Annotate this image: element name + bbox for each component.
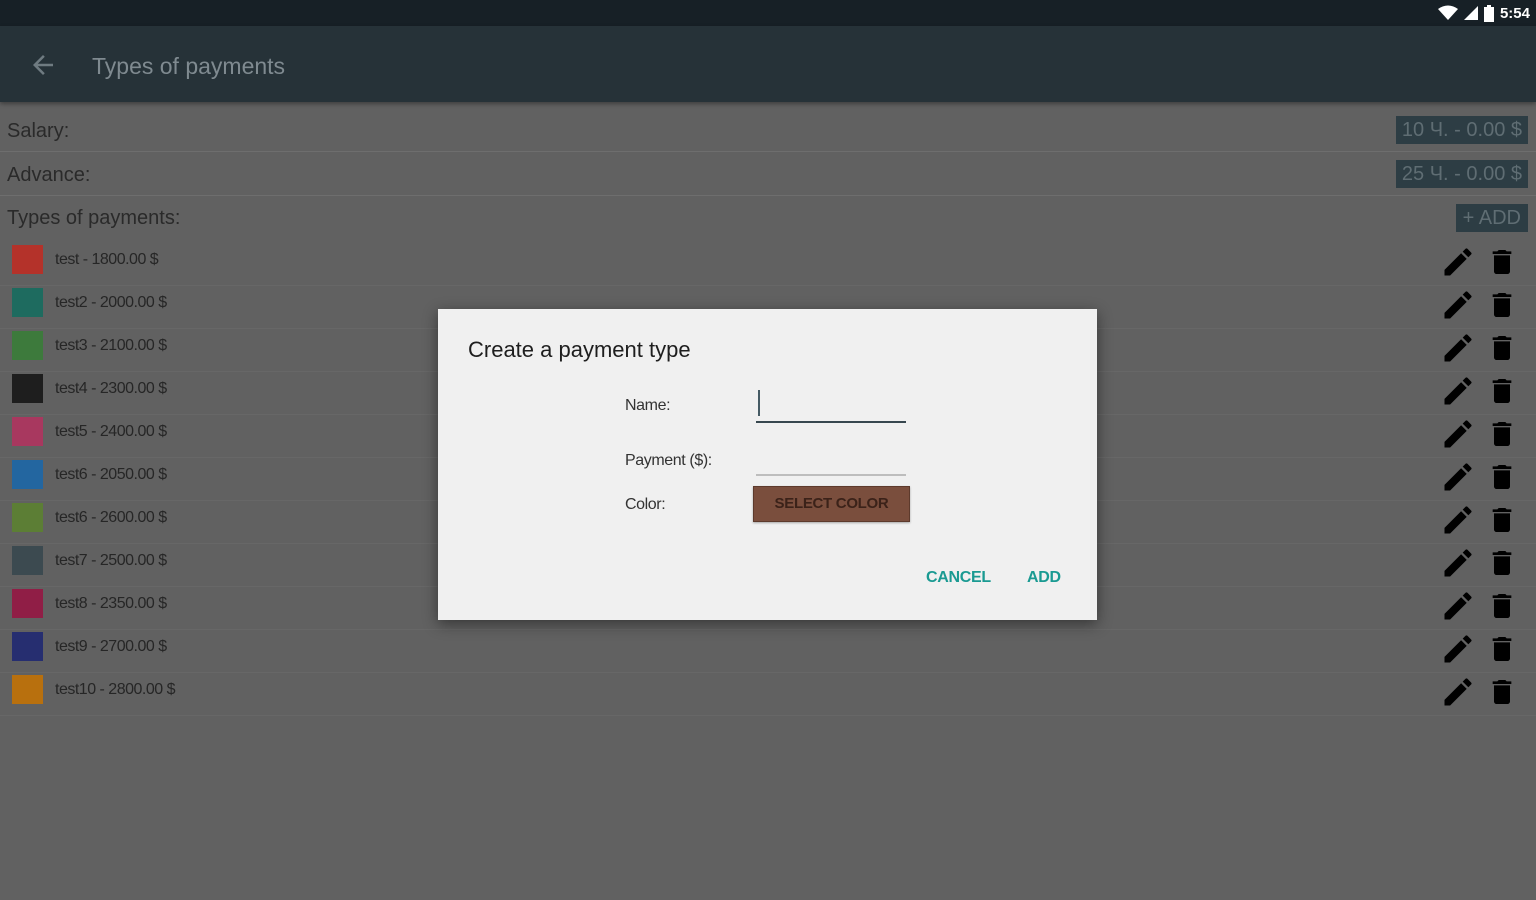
wifi-icon bbox=[1437, 5, 1458, 20]
color-swatch bbox=[12, 632, 43, 661]
color-swatch bbox=[12, 374, 43, 403]
payment-type-label: test - 1800.00 $ bbox=[55, 251, 159, 268]
edit-pencil-icon[interactable] bbox=[1440, 244, 1476, 280]
edit-pencil-icon[interactable] bbox=[1440, 631, 1476, 667]
edit-pencil-icon[interactable] bbox=[1440, 416, 1476, 452]
text-cursor bbox=[758, 390, 760, 416]
color-swatch bbox=[12, 460, 43, 489]
color-swatch bbox=[12, 675, 43, 704]
payment-type-label: test3 - 2100.00 $ bbox=[55, 337, 167, 354]
select-color-button[interactable]: SELECT COLOR bbox=[753, 486, 910, 522]
edit-pencil-icon[interactable] bbox=[1440, 287, 1476, 323]
color-swatch bbox=[12, 288, 43, 317]
color-swatch bbox=[12, 589, 43, 618]
delete-trash-icon[interactable] bbox=[1486, 502, 1518, 538]
edit-pencil-icon[interactable] bbox=[1440, 330, 1476, 366]
dialog-title: Create a payment type bbox=[468, 337, 691, 362]
salary-value[interactable]: 10 Ч. - 0.00 $ bbox=[1395, 116, 1528, 144]
payment-type-label: test5 - 2400.00 $ bbox=[55, 423, 167, 440]
payment-type-label: test7 - 2500.00 $ bbox=[55, 552, 167, 569]
types-header: Types of payments: + ADD bbox=[0, 202, 1536, 238]
delete-trash-icon[interactable] bbox=[1486, 373, 1518, 409]
payment-type-row: test9 - 2700.00 $ bbox=[0, 630, 1536, 673]
color-label: Color: bbox=[625, 496, 666, 513]
color-swatch bbox=[12, 546, 43, 575]
payment-type-label: test6 - 2050.00 $ bbox=[55, 466, 167, 483]
edit-pencil-icon[interactable] bbox=[1440, 373, 1476, 409]
edit-pencil-icon[interactable] bbox=[1440, 502, 1476, 538]
color-swatch bbox=[12, 331, 43, 360]
payment-type-row: test - 1800.00 $ bbox=[0, 243, 1536, 286]
name-label: Name: bbox=[625, 397, 671, 414]
salary-label: Salary: bbox=[7, 120, 70, 142]
delete-trash-icon[interactable] bbox=[1486, 588, 1518, 624]
payment-type-label: test8 - 2350.00 $ bbox=[55, 595, 167, 612]
cancel-button[interactable]: CANCEL bbox=[926, 569, 991, 587]
edit-pencil-icon[interactable] bbox=[1440, 459, 1476, 495]
advance-label: Advance: bbox=[7, 164, 91, 186]
advance-row: Advance: 25 Ч. - 0.00 $ bbox=[0, 152, 1536, 196]
back-arrow-icon[interactable] bbox=[28, 50, 58, 80]
delete-trash-icon[interactable] bbox=[1486, 287, 1518, 323]
signal-icon bbox=[1463, 6, 1478, 20]
salary-row: Salary: 10 Ч. - 0.00 $ bbox=[0, 108, 1536, 152]
delete-trash-icon[interactable] bbox=[1486, 631, 1518, 667]
status-bar: 5:54 bbox=[0, 0, 1536, 26]
page-title: Types of payments bbox=[92, 53, 286, 79]
payment-type-row: test10 - 2800.00 $ bbox=[0, 673, 1536, 716]
payment-type-label: test9 - 2700.00 $ bbox=[55, 638, 167, 655]
payment-type-label: test6 - 2600.00 $ bbox=[55, 509, 167, 526]
status-time: 5:54 bbox=[1499, 4, 1530, 22]
create-payment-type-dialog: Create a payment type Name: Payment ($):… bbox=[438, 309, 1097, 620]
delete-trash-icon[interactable] bbox=[1486, 459, 1518, 495]
payment-type-label: test2 - 2000.00 $ bbox=[55, 294, 167, 311]
types-header-label: Types of payments: bbox=[7, 207, 181, 229]
add-button[interactable]: ADD bbox=[1027, 569, 1061, 587]
color-swatch bbox=[12, 245, 43, 274]
payment-type-label: test4 - 2300.00 $ bbox=[55, 380, 167, 397]
delete-trash-icon[interactable] bbox=[1486, 416, 1518, 452]
name-input[interactable] bbox=[756, 389, 906, 423]
payment-input[interactable] bbox=[756, 442, 906, 476]
edit-pencil-icon[interactable] bbox=[1440, 545, 1476, 581]
delete-trash-icon[interactable] bbox=[1486, 674, 1518, 710]
add-type-button[interactable]: + ADD bbox=[1455, 204, 1528, 232]
delete-trash-icon[interactable] bbox=[1486, 244, 1518, 280]
battery-icon bbox=[1483, 4, 1494, 22]
payment-label: Payment ($): bbox=[625, 452, 712, 469]
edit-pencil-icon[interactable] bbox=[1440, 588, 1476, 624]
app-bar: Types of payments bbox=[0, 26, 1536, 102]
payment-type-label: test10 - 2800.00 $ bbox=[55, 681, 175, 698]
delete-trash-icon[interactable] bbox=[1486, 545, 1518, 581]
delete-trash-icon[interactable] bbox=[1486, 330, 1518, 366]
color-swatch bbox=[12, 417, 43, 446]
edit-pencil-icon[interactable] bbox=[1440, 674, 1476, 710]
advance-value[interactable]: 25 Ч. - 0.00 $ bbox=[1395, 160, 1528, 188]
color-swatch bbox=[12, 503, 43, 532]
